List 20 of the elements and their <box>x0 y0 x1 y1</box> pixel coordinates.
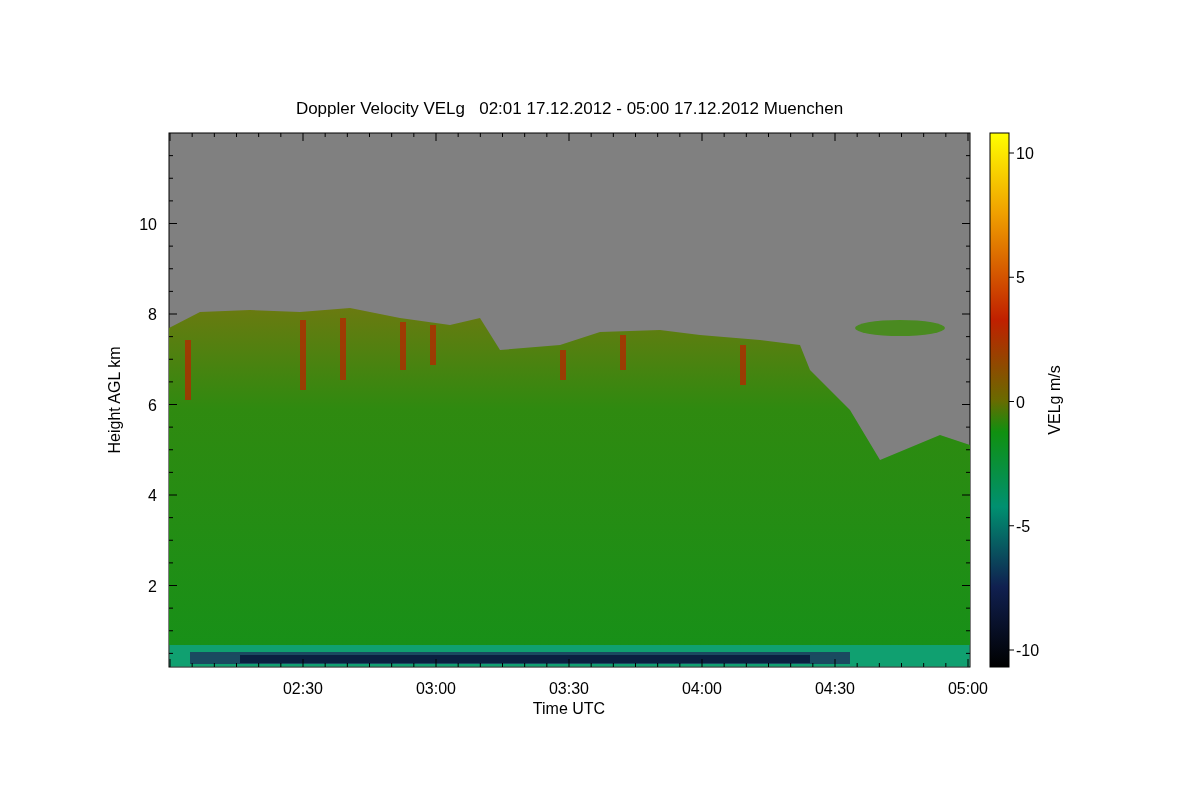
colorbar-title: VELg m/s <box>1046 365 1063 435</box>
x-tick-label: 05:00 <box>948 680 988 697</box>
x-axis-title: Time UTC <box>532 700 606 717</box>
colorbar-tick-label: 10 <box>1016 145 1034 162</box>
y-tick-label: 10 <box>139 215 157 233</box>
y-tick-label: 2 <box>148 577 157 595</box>
colorbar-tick-label: 0 <box>1016 393 1025 411</box>
chart-title: Doppler Velocity VELg 02:01 17.12.2012 - 05:00 17.12.2012 Muenchen <box>295 99 844 118</box>
colorbar-tick-label: -10 <box>1016 642 1040 659</box>
x-tick-label: 03:00 <box>416 680 456 697</box>
colorbar-tick-label: 5 <box>1016 269 1025 287</box>
x-tick-label: 04:00 <box>682 680 722 697</box>
x-tick-label: 02:30 <box>283 680 323 697</box>
x-tick-label: 04:30 <box>815 680 855 697</box>
y-tick-label: 6 <box>148 396 157 414</box>
y-axis-title: Height AGL km <box>106 346 123 454</box>
y-tick-label: 8 <box>148 306 157 323</box>
x-tick-label: 03:30 <box>549 680 589 697</box>
colorbar-tick-label: -5 <box>1016 517 1031 535</box>
y-tick-label: 4 <box>148 487 157 504</box>
